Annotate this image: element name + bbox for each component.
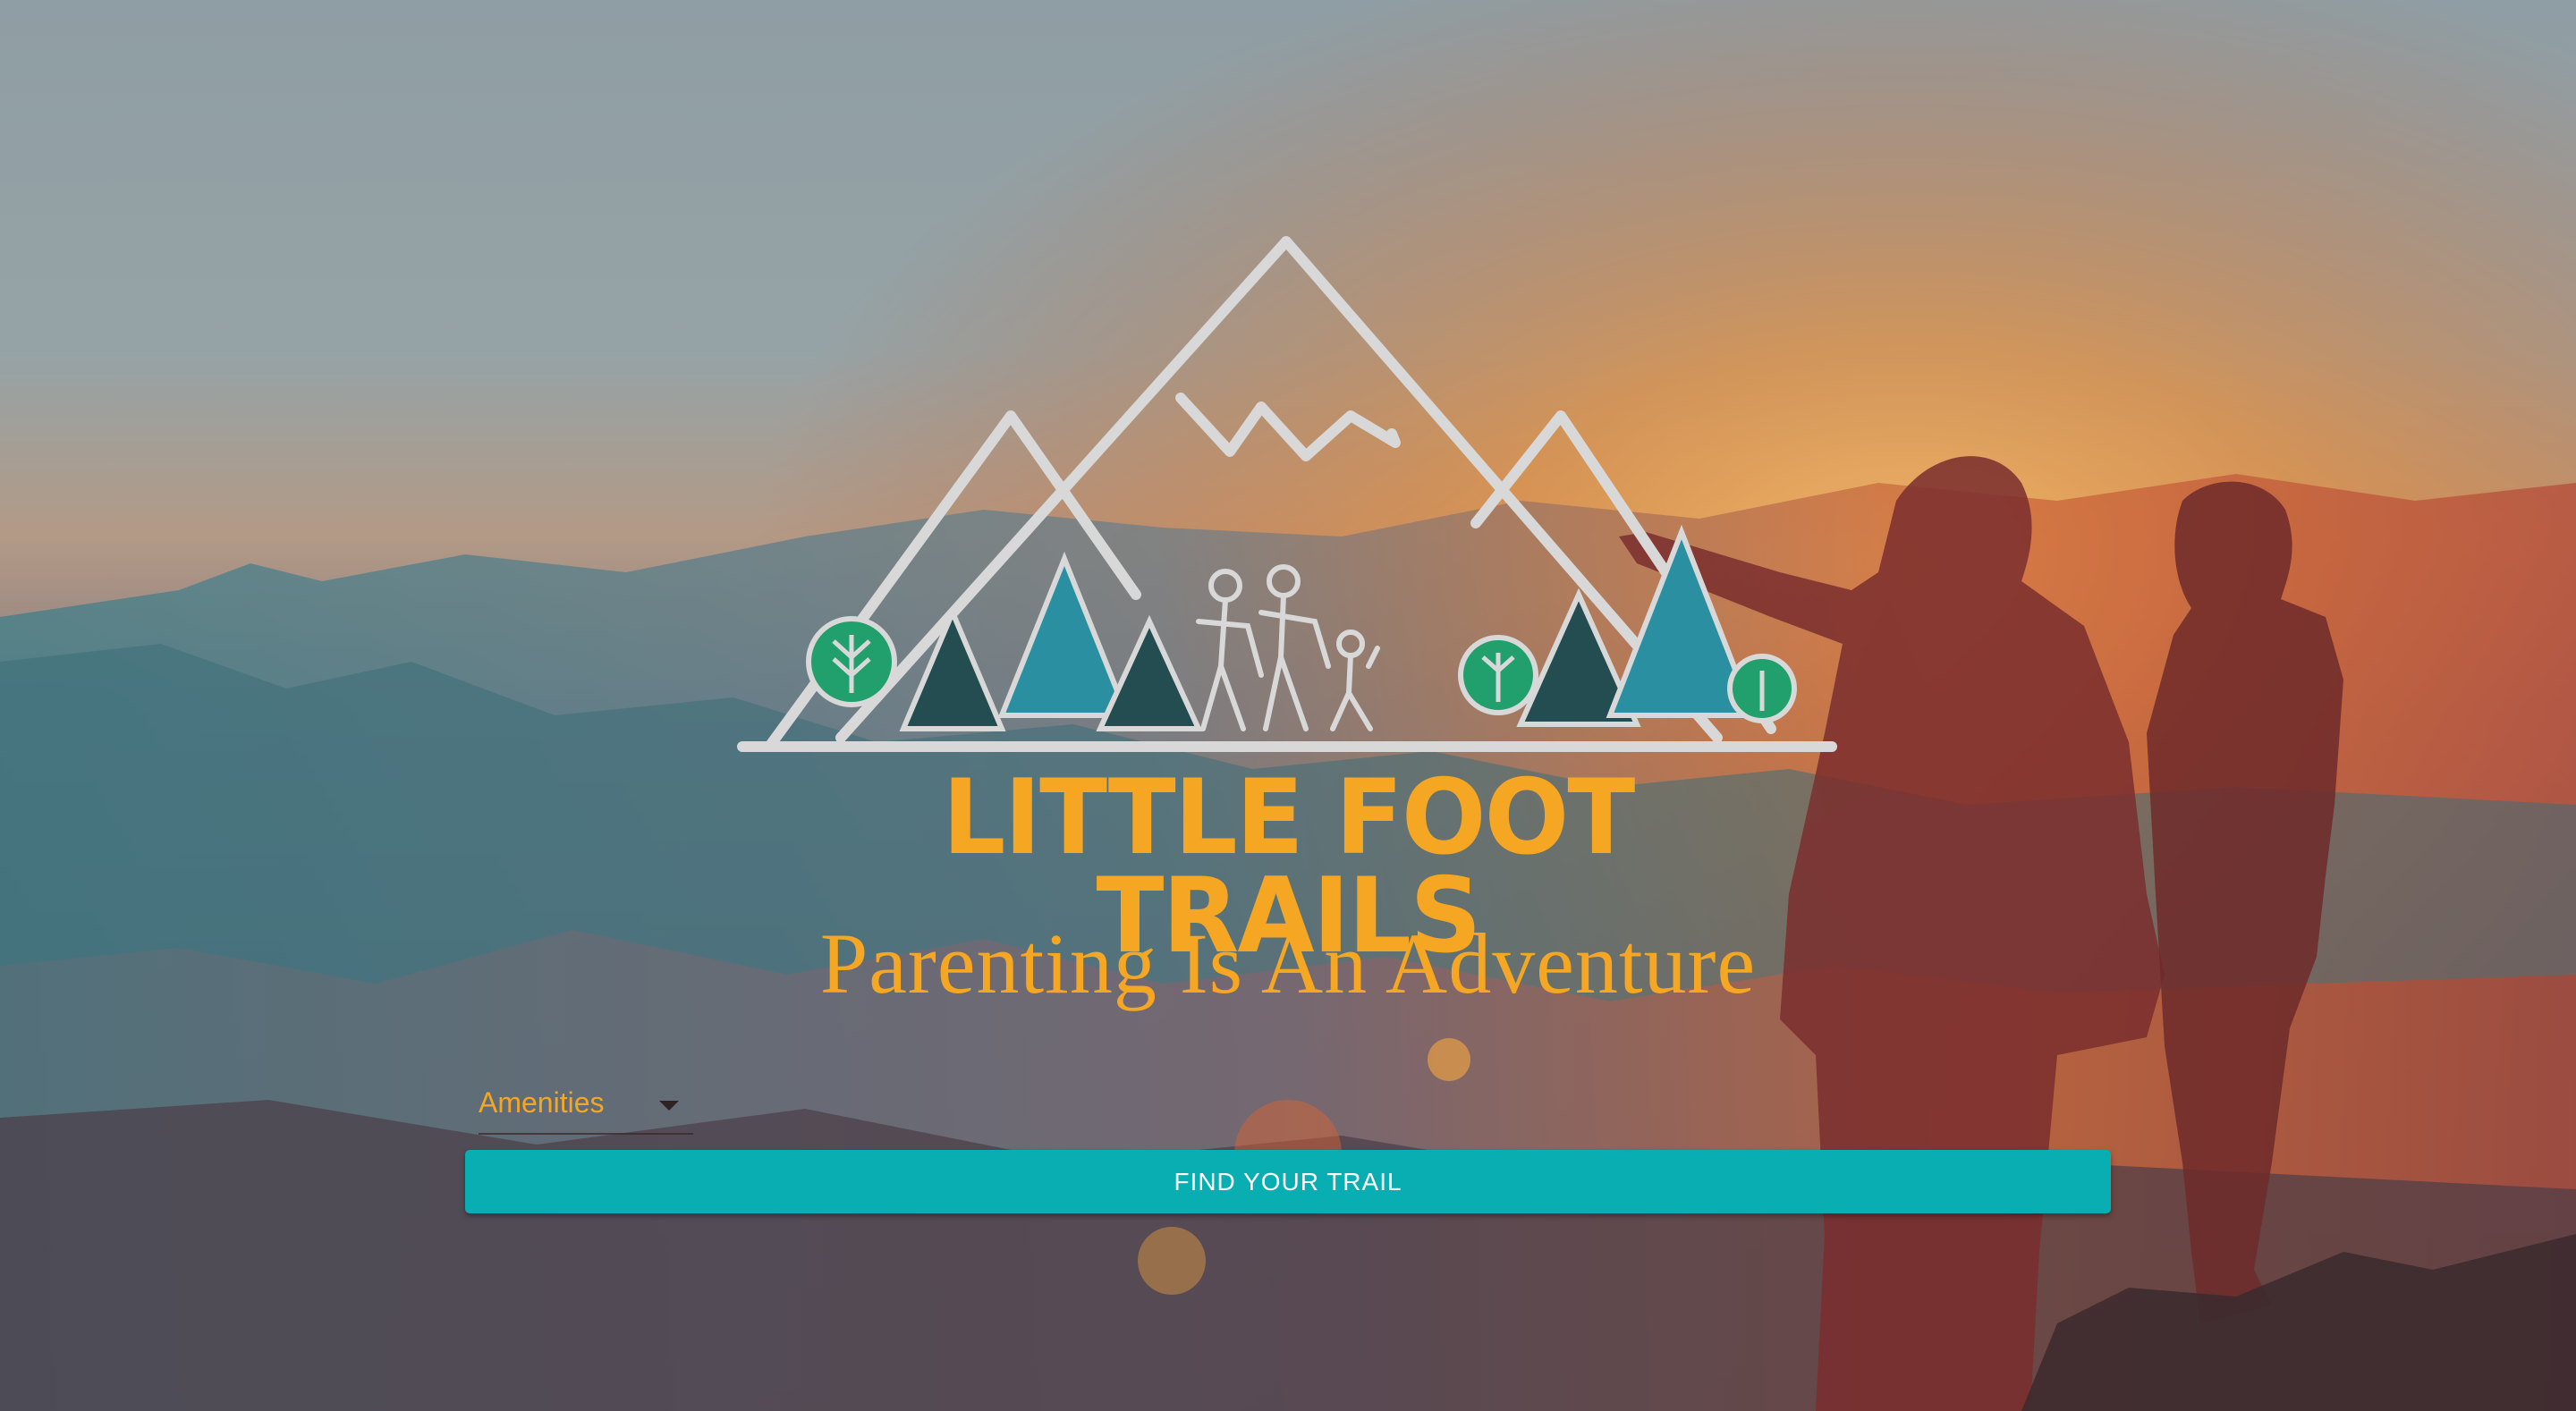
find-your-trail-button[interactable]: FIND YOUR TRAIL — [465, 1150, 2111, 1213]
tagline: Parenting Is An Adventure — [819, 916, 1757, 1011]
amenities-select-label: Amenities — [479, 1086, 605, 1119]
little-foot-trails-logo — [737, 236, 1837, 752]
brand-wordmark: LITTLE FOOT TRAILS — [756, 766, 1820, 968]
chevron-down-icon — [659, 1101, 679, 1111]
amenities-select[interactable]: Amenities — [479, 1077, 693, 1135]
